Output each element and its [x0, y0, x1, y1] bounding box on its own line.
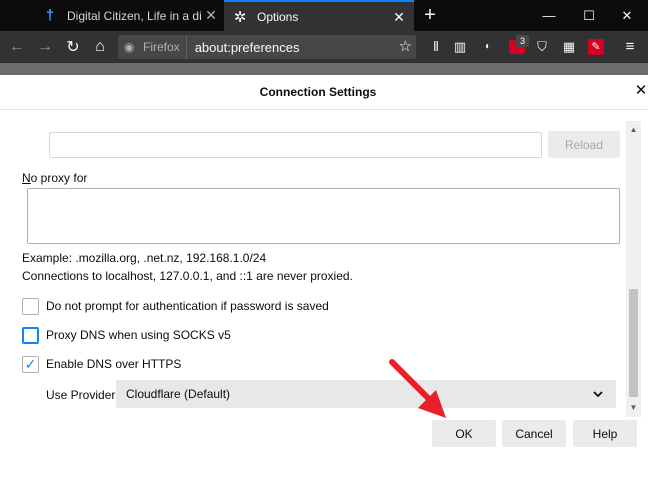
reload-icon[interactable]: ↻: [61, 35, 85, 59]
navigation-toolbar: ← → ↻ ⌂ ◉ Firefox about:preferences ☆ ⫴ …: [0, 31, 648, 63]
extension-badge-count: 3: [516, 35, 529, 47]
shield-extension-icon[interactable]: ⛉: [534, 39, 550, 55]
digital-citizen-favicon-icon: †: [45, 7, 55, 24]
provider-select[interactable]: Cloudflare (Default): [116, 380, 616, 408]
provider-selected-value: Cloudflare (Default): [126, 387, 231, 401]
hamburger-menu-icon[interactable]: ≡: [622, 39, 638, 55]
tab-options[interactable]: ✲ Options ✕: [224, 0, 414, 31]
firefox-icon: ◉: [124, 40, 135, 54]
page-background: [0, 63, 648, 75]
chevron-down-icon: [593, 391, 603, 398]
close-tab-icon[interactable]: ✕: [204, 8, 218, 22]
back-arrow-icon[interactable]: ←: [5, 35, 29, 59]
dialog-content: Reload No proxy for Example: .mozilla.or…: [0, 111, 648, 416]
identity-box[interactable]: ◉ Firefox: [118, 35, 187, 59]
library-icon[interactable]: ⫴: [428, 39, 444, 55]
checkmark-icon: ✓: [24, 356, 37, 372]
scroll-up-icon[interactable]: ▲: [626, 125, 641, 135]
extension-icon[interactable]: ◐: [480, 39, 496, 55]
reload-button[interactable]: Reload: [548, 131, 620, 158]
identity-label: Firefox: [143, 40, 180, 54]
use-provider-label: Use Provider: [46, 388, 116, 402]
help-button[interactable]: Help: [573, 420, 637, 447]
ok-button[interactable]: OK: [432, 420, 496, 447]
close-window-button[interactable]: ✕: [606, 0, 648, 31]
settings-gear-icon: ✲: [233, 8, 247, 26]
no-proxy-label-rest: o proxy for: [30, 171, 88, 185]
dns-over-https-checkbox[interactable]: ✓: [22, 355, 39, 373]
pdf-extension-icon[interactable]: ✎: [588, 39, 604, 55]
auto-login-checkbox-row[interactable]: Do not prompt for authentication if pass…: [22, 297, 329, 315]
new-tab-button[interactable]: +: [420, 5, 440, 25]
dialog-title: Connection Settings: [259, 85, 377, 99]
example-hint: Example: .mozilla.org, .net.nz, 192.168.…: [22, 251, 267, 265]
tab-close-area: ✕: [196, 0, 224, 31]
address-bar[interactable]: ◉ Firefox about:preferences ☆: [118, 35, 416, 59]
url-text[interactable]: about:preferences: [187, 40, 300, 55]
proxy-autoconfig-url-field[interactable]: [49, 132, 542, 158]
checkbox-label: Enable DNS over HTTPS: [46, 357, 182, 371]
sidebar-icon[interactable]: ▥: [452, 39, 468, 55]
scroll-down-icon[interactable]: ▼: [626, 403, 641, 413]
close-tab-icon[interactable]: ✕: [392, 10, 406, 24]
close-icon[interactable]: ✕: [634, 83, 648, 99]
dns-over-https-checkbox-row[interactable]: ✓ Enable DNS over HTTPS: [22, 355, 181, 373]
forward-arrow-icon[interactable]: →: [33, 35, 57, 59]
tab-title: Options: [257, 9, 299, 24]
proxy-dns-checkbox[interactable]: [22, 326, 39, 344]
scrollbar-thumb[interactable]: [629, 289, 638, 397]
dialog-header: Connection Settings ✕: [0, 75, 648, 110]
extension-bars-icon[interactable]: ▦: [561, 39, 577, 55]
tab-title: Digital Citizen, Life in a digital: [67, 8, 201, 23]
home-icon[interactable]: ⌂: [88, 35, 112, 59]
bookmark-star-icon[interactable]: ☆: [399, 39, 412, 55]
localhost-hint: Connections to localhost, 127.0.0.1, and…: [22, 269, 353, 283]
cancel-button[interactable]: Cancel: [502, 420, 566, 447]
no-proxy-label: No proxy for: [22, 171, 87, 185]
connection-settings-dialog: Connection Settings ✕ Reload No proxy fo…: [0, 75, 648, 481]
auto-login-checkbox[interactable]: [22, 297, 39, 315]
browser-titlebar: † Digital Citizen, Life in a digital ✲ O…: [0, 0, 648, 31]
checkbox-label: Proxy DNS when using SOCKS v5: [46, 328, 231, 342]
dialog-scrollbar[interactable]: ▲ ▼: [626, 121, 641, 417]
no-proxy-label-accesskey: N: [22, 171, 31, 185]
checkbox-label: Do not prompt for authentication if pass…: [46, 299, 329, 313]
no-proxy-textarea[interactable]: [27, 188, 620, 244]
proxy-dns-checkbox-row[interactable]: Proxy DNS when using SOCKS v5: [22, 326, 231, 344]
